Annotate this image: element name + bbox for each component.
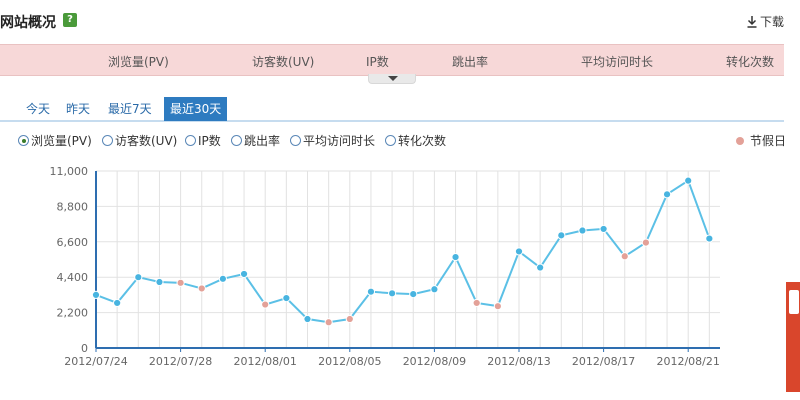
header: 网站概况 ? 下载: [0, 0, 800, 44]
help-icon[interactable]: ?: [63, 13, 77, 27]
x-tick-label: 2012/07/24: [64, 355, 127, 368]
holiday-data-point: [261, 300, 270, 309]
y-tick-label: 2,200: [57, 307, 89, 320]
radio-uv[interactable]: 访客数(UV): [102, 132, 177, 149]
holiday-legend: 节假日: [735, 132, 786, 149]
chevron-down-icon: [388, 76, 398, 81]
data-point: [451, 252, 460, 262]
y-tick-label: 8,800: [57, 200, 89, 213]
time-range-tabs: 今天 昨天 最近7天 最近30天: [0, 96, 784, 122]
metric-ip[interactable]: IP数: [366, 53, 389, 70]
data-point: [366, 287, 376, 296]
metric-uv[interactable]: 访客数(UV): [252, 53, 314, 70]
holiday-dot-icon: [735, 137, 744, 145]
download-label: 下载: [759, 15, 784, 29]
download-button[interactable]: 下载: [747, 13, 784, 30]
radio-pv[interactable]: 浏览量(PV): [18, 132, 92, 149]
holiday-data-point: [324, 318, 333, 327]
x-tick-label: 2012/08/09: [403, 355, 466, 368]
y-tick-label: 0: [81, 342, 88, 355]
side-widget-icon: [789, 290, 799, 314]
tab-yesterday[interactable]: 昨天: [60, 97, 96, 121]
data-point: [134, 273, 143, 282]
data-point: [303, 314, 312, 324]
data-point: [155, 277, 164, 287]
metric-bounce-rate[interactable]: 跳出率: [452, 53, 488, 70]
metric-avg-duration[interactable]: 平均访问时长: [581, 53, 653, 70]
data-point: [705, 234, 714, 243]
x-tick-label: 2012/08/21: [656, 355, 719, 368]
radio-circle: [385, 135, 396, 146]
x-tick-label: 2012/08/01: [233, 355, 296, 368]
radio-label: 跳出率: [244, 134, 281, 148]
radio-bounce-rate[interactable]: 跳出率: [231, 132, 280, 149]
download-icon: [747, 16, 757, 28]
data-point: [91, 290, 101, 299]
page-title: 网站概况: [0, 15, 56, 31]
radio-avg-duration[interactable]: 平均访问时长: [290, 132, 375, 149]
data-point: [218, 274, 227, 283]
radio-circle: [185, 135, 196, 146]
holiday-legend-label: 节假日: [749, 134, 786, 148]
radio-label: IP数: [198, 134, 221, 148]
holiday-data-point: [197, 284, 206, 293]
y-tick-label: 6,600: [57, 236, 89, 249]
tab-last-30-days[interactable]: 最近30天: [164, 97, 228, 121]
radio-circle: [290, 135, 301, 146]
radio-label: 平均访问时长: [303, 134, 376, 148]
data-point: [239, 269, 249, 279]
data-point: [409, 289, 418, 299]
tab-last-7-days[interactable]: 最近7天: [102, 97, 158, 121]
x-tick-label: 2012/07/28: [149, 355, 212, 368]
y-tick-label: 11,000: [50, 165, 89, 178]
metric-radio-group: 浏览量(PV) 访客数(UV) IP数 跳出率 平均访问时长 转化次数: [18, 132, 788, 152]
radio-circle: [18, 135, 29, 146]
pageview-line-chart: 0 2,200 4,400 6,600 8,800 11,000 2012/07/24 201…: [50, 165, 720, 368]
radio-ip[interactable]: IP数: [185, 132, 221, 149]
holiday-data-point: [345, 314, 354, 324]
radio-circle: [231, 135, 242, 146]
holiday-data-point: [641, 238, 651, 247]
holiday-data-point: [472, 298, 481, 308]
data-point: [578, 226, 587, 235]
data-point: [430, 285, 439, 294]
data-point: [113, 298, 122, 308]
tab-today[interactable]: 今天: [20, 97, 56, 121]
metrics-bar: 浏览量(PV) 访客数(UV) IP数 跳出率 平均访问时长 转化次数: [0, 44, 784, 76]
data-point: [282, 294, 291, 303]
radio-label: 访客数(UV): [115, 134, 178, 148]
radio-conversions[interactable]: 转化次数: [385, 132, 446, 149]
data-point: [388, 289, 397, 298]
data-point: [599, 224, 608, 234]
x-tick-label: 2012/08/05: [318, 355, 381, 368]
data-point: [557, 231, 566, 240]
data-point: [662, 190, 672, 199]
holiday-data-point: [620, 252, 629, 261]
radio-label: 转化次数: [398, 134, 447, 148]
metric-pv[interactable]: 浏览量(PV): [108, 53, 169, 70]
radio-label: 浏览量(PV): [31, 134, 92, 148]
x-tick-label: 2012/08/13: [487, 355, 550, 368]
metric-conversions[interactable]: 转化次数: [726, 53, 774, 70]
holiday-data-point: [493, 302, 502, 311]
data-point: [514, 247, 524, 256]
series-line-pageviews: [95, 179, 711, 324]
holiday-data-point: [176, 278, 185, 287]
y-tick-label: 4,400: [57, 271, 89, 284]
radio-circle: [102, 135, 113, 146]
data-point: [684, 176, 693, 185]
expand-toggle[interactable]: [368, 74, 416, 84]
data-point: [536, 263, 545, 272]
x-tick-label: 2012/08/17: [572, 355, 635, 368]
